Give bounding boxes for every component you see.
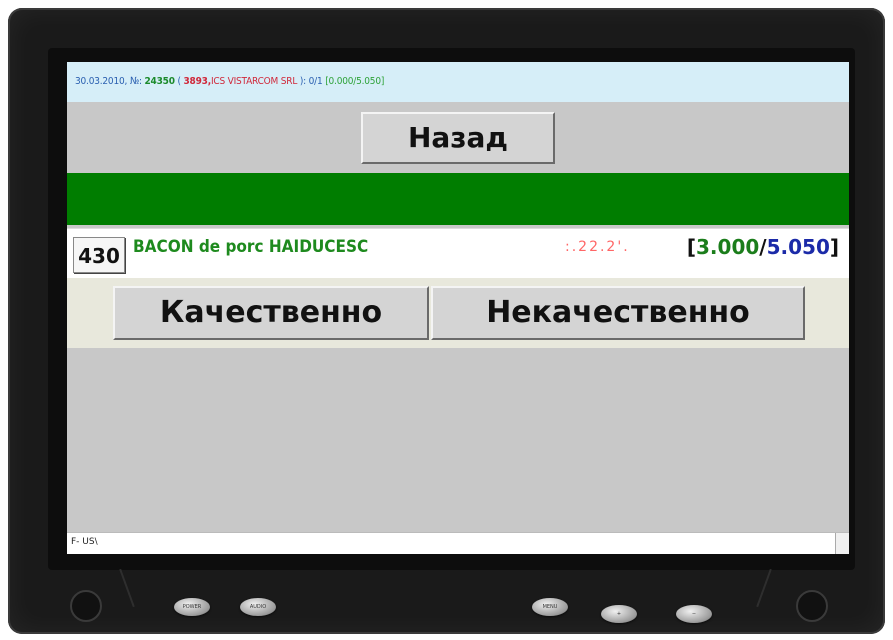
product-extra: :.22.2'.: [565, 239, 630, 255]
qty-total: 5.050: [766, 235, 830, 259]
status-paren-close: ):: [299, 76, 306, 87]
status-progress: 0/1: [308, 76, 323, 87]
product-row: 430 BACON de porc HAIDUCESC :.22.2'. [3.…: [67, 228, 849, 278]
quality-bad-button[interactable]: Некачественно: [431, 286, 805, 340]
audio-button[interactable]: AUDIO: [240, 598, 276, 616]
menu-button[interactable]: MENU: [532, 598, 568, 616]
product-code[interactable]: 430: [73, 237, 125, 273]
status-client-code: 3893,: [183, 76, 211, 87]
status-line: 30.03.2010, №: 24350 ( 3893,ICS VISTARCO…: [67, 62, 849, 102]
power-button[interactable]: POWER: [174, 598, 210, 616]
plus-button[interactable]: +: [601, 605, 637, 623]
bottom-status-bar: F- US\: [67, 532, 849, 554]
green-progress-bar: [67, 173, 849, 225]
app-screen: 30.03.2010, №: 24350 ( 3893,ICS VISTARCO…: [67, 62, 849, 554]
quality-area: Качественно Некачественно: [67, 278, 849, 348]
left-knob-icon[interactable]: [70, 590, 102, 622]
qty-separator: /: [759, 235, 767, 259]
status-client-name: ICS VISTARCOM SRL: [210, 76, 298, 87]
right-knob-icon[interactable]: [796, 590, 828, 622]
back-button[interactable]: Назад: [361, 112, 555, 164]
minus-button[interactable]: −: [676, 605, 712, 623]
status-weights: [0.000/5.050]: [325, 76, 385, 87]
bezel-stand-left: [119, 568, 135, 608]
qty-close-bracket: ]: [829, 235, 839, 259]
quality-good-button[interactable]: Качественно: [113, 286, 429, 340]
bottom-status-text: F- US\: [71, 537, 98, 547]
product-name: BACON de porc HAIDUCESC: [133, 237, 369, 257]
product-quantity: [3.000/5.050]: [687, 235, 839, 259]
status-date: 30.03.2010,: [75, 76, 128, 87]
bezel-stand-right: [756, 568, 772, 608]
status-no-label: №:: [129, 76, 142, 87]
status-paren-open: (: [177, 76, 181, 87]
qty-current: 3.000: [696, 235, 760, 259]
qty-open-bracket: [: [686, 235, 697, 259]
resize-grip-icon[interactable]: [835, 533, 849, 554]
status-order-number: 24350: [144, 76, 176, 87]
